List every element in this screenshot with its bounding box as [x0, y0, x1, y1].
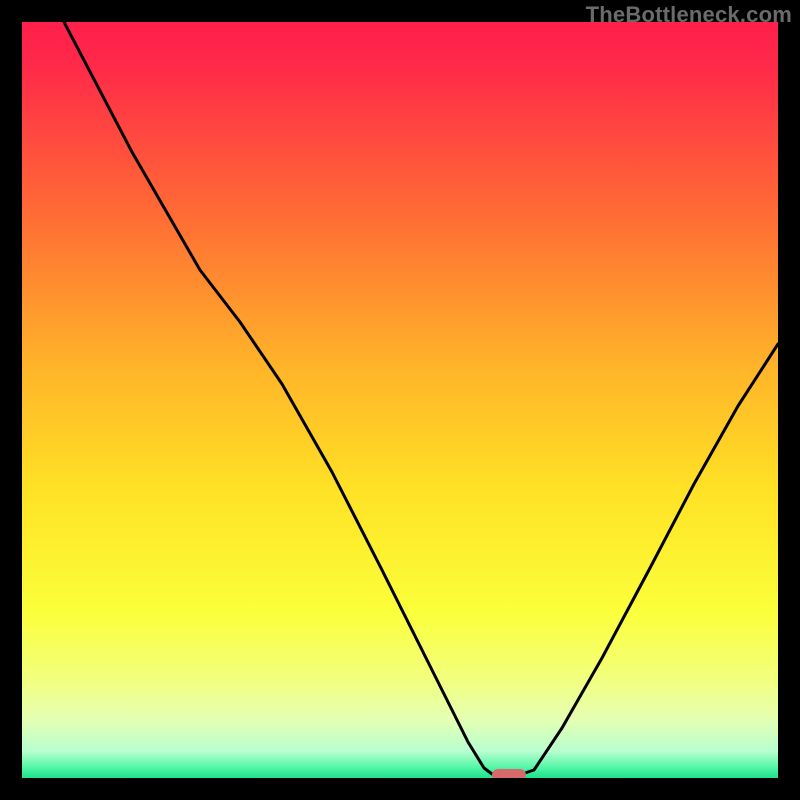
watermark-text: TheBottleneck.com [586, 2, 792, 28]
bottleneck-curve [22, 22, 778, 778]
plot-area [22, 22, 778, 778]
optimal-marker [492, 769, 526, 778]
chart-frame: TheBottleneck.com [0, 0, 800, 800]
